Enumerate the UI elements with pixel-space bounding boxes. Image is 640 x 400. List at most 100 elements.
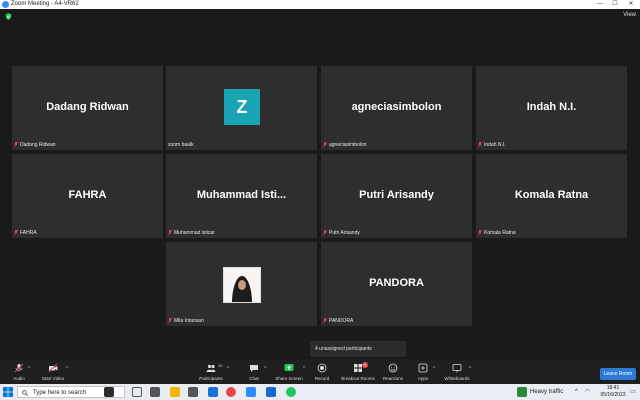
participant-tile[interactable]: Putri Arisandy Putri Arisandy xyxy=(321,154,472,238)
participant-name-label: agneciasimbolon xyxy=(323,142,367,148)
start-video-label: Start Video xyxy=(41,376,65,381)
minimize-button[interactable]: — xyxy=(594,0,606,9)
chat-icon xyxy=(250,365,258,372)
participant-name-label: Putri Arisandy xyxy=(323,230,360,236)
share-options-caret-icon[interactable]: ^ xyxy=(303,366,305,372)
chat-button[interactable]: Chat xyxy=(243,362,265,384)
participants-count: 10 xyxy=(218,363,223,368)
whiteboards-button[interactable]: Whiteboards xyxy=(442,362,472,384)
participant-name-label: PANDORA xyxy=(323,318,353,324)
leave-room-button[interactable]: Leave Room xyxy=(600,368,636,380)
camera-app-icon[interactable] xyxy=(104,387,114,397)
breakout-rooms-button[interactable]: Breakout Rooms xyxy=(340,362,376,384)
participant-name-label: FAHRA xyxy=(14,230,37,236)
apps-button[interactable]: Apps xyxy=(413,362,433,384)
reactions-button[interactable]: Reactions xyxy=(380,362,406,384)
mic-muted-icon xyxy=(14,230,18,235)
view-button[interactable]: View xyxy=(623,12,636,18)
zoom-app-icon[interactable] xyxy=(246,387,256,397)
participant-tile[interactable]: Komala Ratna Komala Ratna xyxy=(476,154,627,238)
mic-muted-icon xyxy=(478,230,482,235)
windows-start-icon[interactable] xyxy=(3,387,13,397)
participant-tile[interactable]: PANDORA PANDORA xyxy=(321,242,472,326)
chrome-browser-icon[interactable] xyxy=(226,387,236,397)
file-explorer-icon[interactable] xyxy=(170,387,180,397)
participant-tile[interactable]: agneciasimbolon agneciasimbolon xyxy=(321,66,472,150)
participant-name-label: Komala Ratna xyxy=(478,230,516,236)
participant-display-name: Komala Ratna xyxy=(514,189,589,201)
whiteboards-options-caret-icon[interactable]: ^ xyxy=(469,366,471,372)
audio-options-caret-icon[interactable]: ^ xyxy=(28,366,30,372)
participant-display-name: Indah N.I. xyxy=(526,101,577,113)
participant-display-name: Dadang Ridwan xyxy=(46,101,129,113)
record-button[interactable]: Record xyxy=(311,362,333,384)
participant-display-name: Putri Arisandy xyxy=(359,189,434,201)
participant-small-name: Indah N.I. xyxy=(484,142,506,148)
start-video-button[interactable]: Start Video xyxy=(38,362,68,384)
mic-muted-icon xyxy=(323,230,327,235)
participant-name-label: Indah N.I. xyxy=(478,142,506,148)
participant-tile[interactable]: Muhammad Isti... Muhammad istizar xyxy=(166,154,317,238)
search-placeholder: Type here to search xyxy=(33,390,87,396)
participant-tile[interactable]: Indah N.I. Indah N.I. xyxy=(476,66,627,150)
apps-icon xyxy=(418,363,428,373)
task-view-icon[interactable] xyxy=(132,387,142,397)
edge-browser-icon[interactable] xyxy=(208,387,218,397)
breakout-rooms-label: Breakout Rooms xyxy=(341,376,375,381)
unassigned-participants-notice[interactable]: 4 unassigned participants xyxy=(310,341,406,357)
apps-options-caret-icon[interactable]: ^ xyxy=(433,366,435,372)
system-tray-arrow-icon[interactable]: ^ xyxy=(575,387,578,397)
participant-small-name: Komala Ratna xyxy=(484,230,516,236)
window-titlebar: Zoom Meeting - A4-VR62 — ☐ ✕ xyxy=(0,0,640,9)
taskbar-clock[interactable]: 18:41 05/16/2023 xyxy=(600,385,626,399)
participant-tile[interactable]: FAHRA FAHRA xyxy=(12,154,163,238)
video-options-caret-icon[interactable]: ^ xyxy=(66,366,68,372)
weather-traffic-icon[interactable] xyxy=(517,387,527,397)
participant-small-name: Muhammad istizar xyxy=(174,230,215,236)
share-screen-button[interactable]: Share Screen xyxy=(273,362,305,384)
audio-button[interactable]: Audio xyxy=(8,362,30,384)
participant-small-name: PANDORA xyxy=(329,318,354,324)
video-off-icon xyxy=(48,363,58,373)
apps-label: Apps xyxy=(417,376,429,381)
participants-label: Participants xyxy=(199,376,223,381)
participant-display-name: Muhammad Isti... xyxy=(196,189,287,201)
wifi-icon[interactable]: ◠ xyxy=(585,387,590,397)
participant-name-label: zoom baalk xyxy=(168,142,194,148)
participant-photo xyxy=(223,267,261,303)
calendar-app-icon[interactable] xyxy=(150,387,160,397)
participant-avatar: Z xyxy=(224,89,260,125)
participant-small-name: zoom baalk xyxy=(168,142,194,148)
zoom-meeting-app-icon[interactable] xyxy=(266,387,276,397)
chat-options-caret-icon[interactable]: ^ xyxy=(264,366,266,372)
participant-display-name: FAHRA xyxy=(68,189,107,201)
weather-status[interactable]: Heavy traffic xyxy=(530,387,563,397)
participants-icon xyxy=(206,364,216,372)
notifications-icon[interactable]: ▭ xyxy=(630,387,636,397)
participant-tile[interactable]: Z zoom baalk xyxy=(166,66,317,150)
mic-muted-icon xyxy=(478,142,482,147)
mic-muted-icon xyxy=(168,230,172,235)
participant-tile[interactable]: Mila Intansari xyxy=(166,242,317,326)
audio-label: Audio xyxy=(13,376,25,381)
whiteboard-icon xyxy=(452,364,462,373)
mail-app-icon[interactable] xyxy=(188,387,198,397)
reactions-smiley-icon xyxy=(388,363,398,373)
record-icon xyxy=(317,363,327,373)
participant-tile[interactable]: Dadang Ridwan Dadang Ridwan xyxy=(12,66,163,150)
participants-options-caret-icon[interactable]: ^ xyxy=(227,366,229,372)
participant-small-name: FAHRA xyxy=(20,230,37,236)
participant-small-name: Putri Arisandy xyxy=(329,230,360,236)
chrome-profile-icon[interactable] xyxy=(286,387,296,397)
participant-small-name: Mila Intansari xyxy=(174,318,204,324)
chat-label: Chat xyxy=(249,376,259,381)
breakout-rooms-badge: 4 xyxy=(362,362,368,368)
share-screen-label: Share Screen xyxy=(275,376,303,381)
clock-time: 18:41 xyxy=(606,385,620,391)
maximize-button[interactable]: ☐ xyxy=(609,0,621,9)
participant-small-name: Dadang Ridwan xyxy=(20,142,56,148)
profile-photo-icon xyxy=(224,268,260,302)
security-shield-icon[interactable] xyxy=(5,13,12,20)
participant-display-name: agneciasimbolon xyxy=(351,101,442,113)
close-button[interactable]: ✕ xyxy=(625,0,637,9)
